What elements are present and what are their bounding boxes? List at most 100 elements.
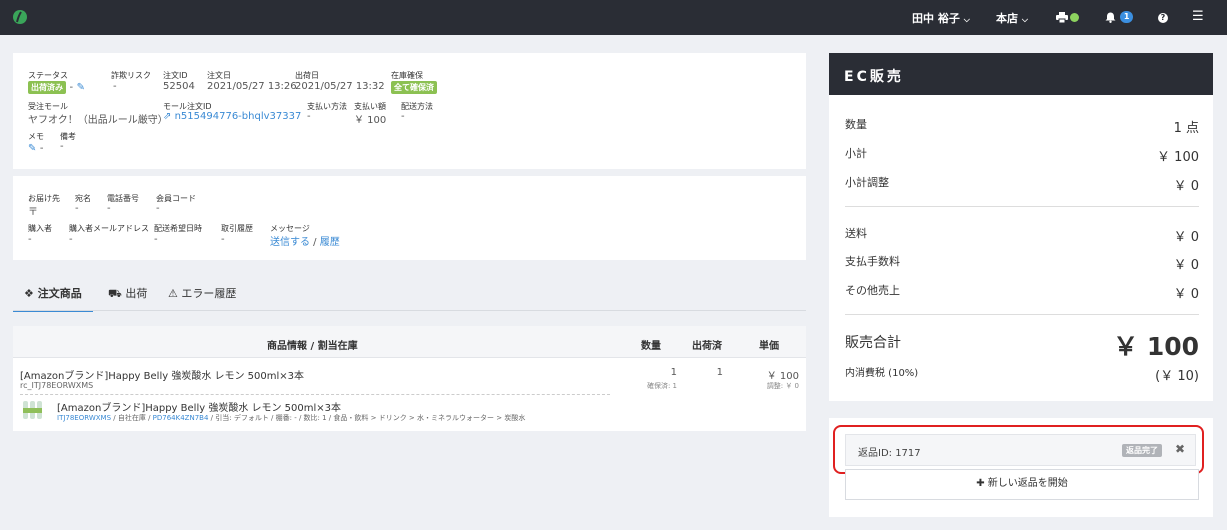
chevron-down-icon: ⌵ bbox=[1021, 15, 1028, 24]
stock-badge: 全て確保済 bbox=[391, 81, 437, 94]
memo-field: ✎ - bbox=[28, 141, 44, 154]
store-menu[interactable]: 本店 ⌵ bbox=[996, 10, 1028, 26]
col-header-qty: 数量 bbox=[641, 341, 661, 352]
new-return-label: 新しい返品を開始 bbox=[987, 478, 1068, 489]
ship-method-label: 配送方法 bbox=[401, 102, 433, 111]
notifications[interactable]: 1 bbox=[1105, 10, 1134, 23]
other-sales-label: その他売上 bbox=[845, 284, 900, 297]
order-id-label: 注文ID bbox=[163, 71, 188, 80]
item-sku: rc_ITJ78EORWXMS bbox=[20, 381, 94, 390]
tab-label: 出荷 bbox=[125, 287, 148, 300]
status-dash: - bbox=[69, 82, 74, 93]
help-button[interactable]: ? bbox=[1158, 10, 1168, 23]
chevron-down-icon: ⌵ bbox=[963, 15, 970, 24]
other-sales-value: ￥ 0 bbox=[1173, 287, 1199, 302]
payment-fee-label: 支払手数料 bbox=[845, 255, 900, 268]
adjust-value: ￥ 0 bbox=[1173, 179, 1199, 194]
shipping-fee-label: 送料 bbox=[845, 227, 867, 240]
notification-badge: 1 bbox=[1119, 11, 1134, 23]
total-value: ￥ 100 bbox=[1113, 332, 1199, 361]
col-header-shipped: 出荷済 bbox=[692, 341, 722, 352]
buyer-label: 購入者 bbox=[28, 224, 52, 233]
close-icon[interactable]: ✖ bbox=[1175, 442, 1185, 456]
bell-icon bbox=[1105, 12, 1116, 23]
order-date-label: 注文日 bbox=[207, 71, 231, 80]
stock-item-name: [Amazonブランド]Happy Belly 強炭酸水 レモン 500ml×3… bbox=[57, 403, 342, 414]
printer-status[interactable] bbox=[1056, 10, 1079, 23]
member-value: - bbox=[156, 203, 160, 214]
fraud-value: - bbox=[113, 81, 117, 92]
item-qty-reserved: 確保済: 1 bbox=[646, 382, 677, 390]
mall-order-id: n515494776-bhqlv37337 bbox=[174, 111, 302, 122]
shipping-fee-value: ￥ 0 bbox=[1173, 230, 1199, 245]
send-message-link[interactable]: 送信する bbox=[270, 237, 310, 248]
order-date: 2021/05/27 13:26 bbox=[207, 81, 297, 92]
return-status-badge: 返品完了 bbox=[1122, 444, 1162, 457]
fraud-label: 詐欺リスク bbox=[111, 71, 151, 80]
divider bbox=[845, 314, 1199, 315]
plus-icon: ✚ bbox=[976, 478, 985, 489]
tab-order-items[interactable]: ❖ 注文商品 bbox=[13, 285, 93, 312]
tabs-divider bbox=[13, 310, 806, 311]
status-dot-icon bbox=[1070, 12, 1079, 22]
item-qty: 1 bbox=[670, 367, 677, 378]
order-tabs: ❖ 注文商品 ⛟ 出荷 ⚠ エラー履歴 bbox=[13, 285, 806, 312]
store-name: 本店 bbox=[996, 12, 1018, 25]
buyer-value: - bbox=[28, 234, 32, 245]
buyer-email-value: - bbox=[69, 234, 73, 245]
status-badge: 出荷済み bbox=[28, 81, 66, 94]
pencil-icon[interactable]: ✎ bbox=[77, 82, 85, 93]
mall-order-link[interactable]: ⇗ n515494776-bhqlv37337 bbox=[163, 111, 301, 122]
divider bbox=[845, 206, 1199, 207]
stock-item-details: ITJ78EORWXMS / 自社在庫 / PD764K4ZN7B4 / 引当:… bbox=[57, 413, 525, 423]
printer-icon bbox=[1056, 11, 1068, 23]
link-separator: / bbox=[310, 237, 320, 248]
order-info-card: ステータス 出荷済み - ✎ 詐欺リスク - 注文ID 52504 注文日 20… bbox=[13, 53, 806, 169]
mall-value: ヤフオク！（出品ルール厳守） bbox=[28, 115, 168, 126]
row-divider bbox=[20, 394, 610, 395]
shipping-info-card: お届け先 〒 宛名 - 電話番号 - 会員コード - 購入者 - 購入者メールア… bbox=[13, 176, 806, 260]
tax-label: 内消費税 (10%) bbox=[845, 368, 919, 379]
tab-error-history[interactable]: ⚠ エラー履歴 bbox=[168, 285, 236, 301]
stock-code-link[interactable]: ITJ78EORWXMS bbox=[57, 414, 111, 422]
history-value: - bbox=[221, 234, 225, 245]
logo-icon[interactable] bbox=[12, 9, 28, 25]
ship-method: - bbox=[401, 111, 405, 122]
phone-label: 電話番号 bbox=[107, 194, 139, 203]
menu-button[interactable]: ☰ bbox=[1192, 10, 1204, 23]
question-icon: ? bbox=[1158, 13, 1168, 23]
delivery-date-value: - bbox=[154, 234, 158, 245]
dest-value: 〒 bbox=[28, 207, 38, 218]
cubes-icon: ❖ bbox=[24, 287, 34, 300]
stock-warehouse: / 自社在庫 / bbox=[111, 414, 153, 422]
item-price-adjust: 調整: ￥ 0 bbox=[766, 382, 799, 390]
payment-method: - bbox=[307, 111, 311, 122]
subtotal-value: ￥ 100 bbox=[1157, 150, 1199, 165]
top-bar: 田中 裕子 ⌵ 本店 ⌵ 1 ? ☰ bbox=[0, 0, 1227, 35]
new-return-button[interactable]: ✚ 新しい返品を開始 bbox=[845, 469, 1199, 500]
total-label: 販売合計 bbox=[845, 335, 901, 351]
stock-code2-link[interactable]: PD764K4ZN7B4 bbox=[153, 414, 209, 422]
payment-amount: ￥ 100 bbox=[354, 115, 387, 126]
order-id: 52504 bbox=[163, 81, 195, 92]
qty-value: 1 点 bbox=[1173, 121, 1199, 136]
tab-shipping[interactable]: ⛟ 出荷 bbox=[108, 285, 147, 302]
note-value: - bbox=[60, 141, 64, 152]
external-link-icon: ⇗ bbox=[163, 111, 172, 122]
warning-icon: ⚠ bbox=[168, 287, 178, 300]
subtotal-label: 小計 bbox=[845, 147, 867, 160]
payment-fee-value: ￥ 0 bbox=[1173, 258, 1199, 273]
history-label: 取引履歴 bbox=[221, 224, 253, 233]
tax-value: (￥ 10) bbox=[1155, 369, 1199, 384]
sales-title: EC販売 bbox=[829, 53, 1213, 95]
stock-meta: / 引当: デフォルト / 棚番: - / 数比: 1 / 食品・飲料 > ドリ… bbox=[208, 414, 526, 422]
item-shipped: 1 bbox=[716, 367, 723, 378]
hamburger-icon: ☰ bbox=[1192, 9, 1204, 24]
col-header-price: 単価 bbox=[759, 341, 779, 352]
stock-status: 全て確保済 bbox=[391, 80, 437, 94]
ship-date-label: 出荷日 bbox=[295, 71, 319, 80]
pencil-icon[interactable]: ✎ bbox=[28, 143, 36, 154]
user-menu[interactable]: 田中 裕子 ⌵ bbox=[912, 10, 970, 26]
product-thumbnail bbox=[23, 401, 42, 419]
message-history-link[interactable]: 履歴 bbox=[320, 237, 340, 248]
